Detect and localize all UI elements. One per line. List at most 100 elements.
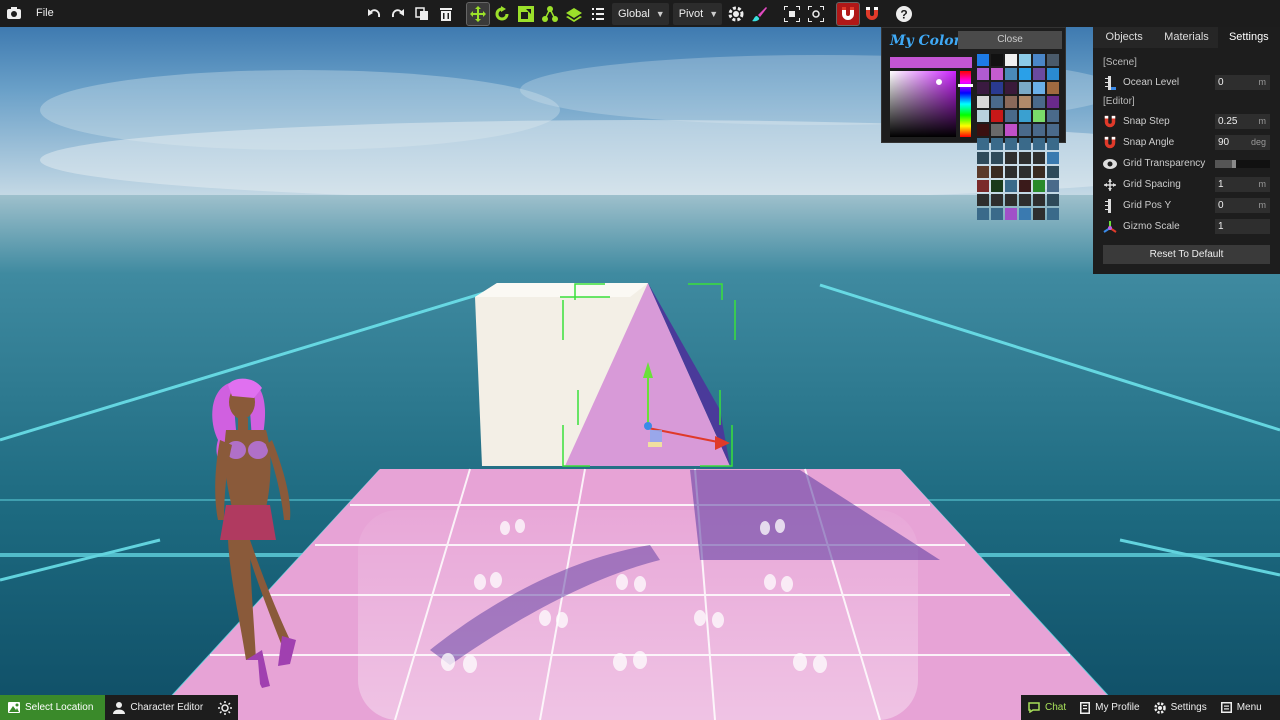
tab-objects[interactable]: Objects xyxy=(1093,27,1156,48)
color-swatch[interactable] xyxy=(1019,194,1031,206)
color-swatch[interactable] xyxy=(991,54,1003,66)
color-swatch[interactable] xyxy=(1019,82,1031,94)
color-swatch[interactable] xyxy=(1019,54,1031,66)
color-swatch[interactable] xyxy=(1047,54,1059,66)
color-swatch[interactable] xyxy=(991,180,1003,192)
color-swatch[interactable] xyxy=(1047,194,1059,206)
reset-to-default-button[interactable]: Reset To Default xyxy=(1103,245,1270,264)
color-swatch[interactable] xyxy=(1005,96,1017,108)
color-swatch[interactable] xyxy=(1047,96,1059,108)
tab-materials[interactable]: Materials xyxy=(1155,27,1218,48)
my-profile-button[interactable]: My Profile xyxy=(1073,695,1146,720)
color-swatch[interactable] xyxy=(1019,110,1031,122)
settings-button[interactable]: Settings xyxy=(1147,695,1214,720)
color-swatch[interactable] xyxy=(991,152,1003,164)
color-swatch[interactable] xyxy=(991,110,1003,122)
color-swatch[interactable] xyxy=(1019,208,1031,220)
color-swatch[interactable] xyxy=(1019,152,1031,164)
layer-tool-button[interactable] xyxy=(563,3,585,25)
grid-pos-y-input[interactable]: 0 m xyxy=(1215,198,1270,213)
color-swatch[interactable] xyxy=(977,82,989,94)
color-swatch[interactable] xyxy=(1005,124,1017,136)
color-swatch[interactable] xyxy=(977,54,989,66)
color-swatch[interactable] xyxy=(1047,110,1059,122)
color-swatch[interactable] xyxy=(1005,82,1017,94)
color-swatch[interactable] xyxy=(1005,208,1017,220)
color-swatch[interactable] xyxy=(1019,138,1031,150)
color-swatch[interactable] xyxy=(1019,180,1031,192)
color-swatch[interactable] xyxy=(1047,208,1059,220)
space-mode-select[interactable]: Global ▼ xyxy=(612,2,669,25)
menu-button[interactable]: Menu xyxy=(1214,695,1269,720)
color-swatch[interactable] xyxy=(977,208,989,220)
color-swatch[interactable] xyxy=(977,180,989,192)
color-swatch[interactable] xyxy=(1033,110,1045,122)
color-swatch[interactable] xyxy=(991,208,1003,220)
chat-button[interactable]: Chat xyxy=(1021,695,1073,720)
color-swatch[interactable] xyxy=(991,124,1003,136)
color-swatch[interactable] xyxy=(1019,96,1031,108)
color-swatch[interactable] xyxy=(1019,68,1031,80)
scale-tool-button[interactable] xyxy=(515,3,537,25)
angle-snap-toggle-button[interactable] xyxy=(861,3,883,25)
ocean-level-input[interactable]: 0 m xyxy=(1215,75,1270,90)
hue-slider-handle[interactable] xyxy=(958,84,973,87)
color-cursor[interactable] xyxy=(936,79,942,85)
color-swatch[interactable] xyxy=(1033,82,1045,94)
snap-angle-input[interactable]: 90 deg xyxy=(1215,135,1270,150)
color-swatch[interactable] xyxy=(991,68,1003,80)
color-swatch[interactable] xyxy=(991,82,1003,94)
color-swatch[interactable] xyxy=(1047,166,1059,178)
lighting-toggle-button[interactable] xyxy=(211,695,239,720)
color-swatch[interactable] xyxy=(1033,54,1045,66)
focus-selection-button[interactable] xyxy=(781,3,803,25)
pivot-mode-select[interactable]: Pivot ▼ xyxy=(672,2,723,25)
character-editor-button[interactable]: Character Editor xyxy=(105,695,212,720)
color-swatch[interactable] xyxy=(1005,166,1017,178)
help-button[interactable]: ? xyxy=(893,3,915,25)
color-swatch[interactable] xyxy=(977,166,989,178)
grid-spacing-input[interactable]: 1 m xyxy=(1215,177,1270,192)
color-swatch[interactable] xyxy=(1047,68,1059,80)
color-swatch[interactable] xyxy=(1033,180,1045,192)
grid-transparency-slider[interactable] xyxy=(1215,160,1270,168)
color-swatch[interactable] xyxy=(977,152,989,164)
color-swatch[interactable] xyxy=(977,194,989,206)
color-swatch[interactable] xyxy=(1033,194,1045,206)
color-swatch[interactable] xyxy=(1005,138,1017,150)
screenshot-button[interactable] xyxy=(3,2,25,24)
color-swatch[interactable] xyxy=(1019,166,1031,178)
color-swatch[interactable] xyxy=(991,194,1003,206)
hue-slider[interactable] xyxy=(960,71,971,137)
color-swatch[interactable] xyxy=(1033,138,1045,150)
snap-settings-button[interactable] xyxy=(725,3,747,25)
pivot-tool-button[interactable] xyxy=(539,3,561,25)
color-swatch[interactable] xyxy=(1005,54,1017,66)
color-swatch[interactable] xyxy=(1033,96,1045,108)
tab-settings[interactable]: Settings xyxy=(1217,27,1280,48)
color-swatch[interactable] xyxy=(1033,124,1045,136)
rotate-tool-button[interactable] xyxy=(491,3,513,25)
color-swatch[interactable] xyxy=(1047,138,1059,150)
color-swatch[interactable] xyxy=(977,124,989,136)
snap-toggle-button[interactable] xyxy=(836,1,861,26)
snap-step-input[interactable]: 0.25 m xyxy=(1215,114,1270,129)
color-swatch[interactable] xyxy=(991,96,1003,108)
frame-all-button[interactable] xyxy=(805,3,827,25)
color-swatch[interactable] xyxy=(991,138,1003,150)
color-swatch[interactable] xyxy=(1047,124,1059,136)
redo-button[interactable] xyxy=(387,3,409,25)
saturation-value-area[interactable] xyxy=(890,71,956,137)
object-list-button[interactable] xyxy=(587,3,609,25)
color-swatch[interactable] xyxy=(1033,208,1045,220)
color-swatch[interactable] xyxy=(1005,152,1017,164)
close-button[interactable]: Close xyxy=(958,31,1062,49)
color-swatch[interactable] xyxy=(1033,166,1045,178)
color-swatch[interactable] xyxy=(1047,152,1059,164)
color-swatch[interactable] xyxy=(1033,68,1045,80)
color-swatch[interactable] xyxy=(1005,194,1017,206)
select-location-button[interactable]: Select Location xyxy=(0,695,106,720)
color-swatch[interactable] xyxy=(1033,152,1045,164)
slider-handle[interactable] xyxy=(1232,160,1237,168)
color-swatch[interactable] xyxy=(977,138,989,150)
